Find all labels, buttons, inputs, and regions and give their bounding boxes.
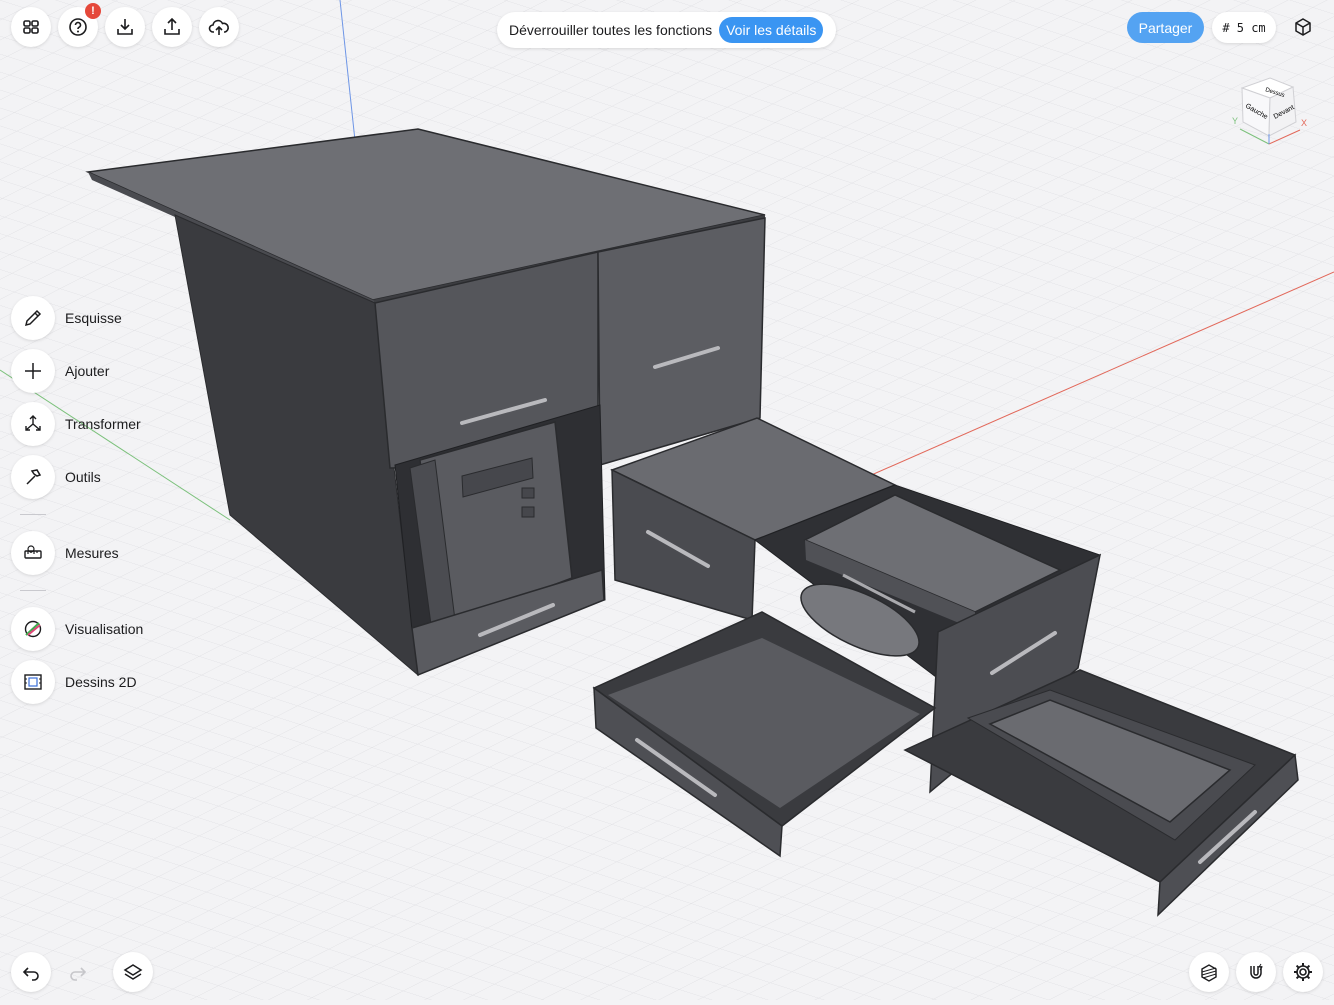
tool-label: Transformer bbox=[65, 416, 141, 432]
tool-outils[interactable]: Outils bbox=[11, 455, 101, 499]
grid-size-button[interactable]: # 5 cm bbox=[1212, 12, 1276, 43]
undo-icon bbox=[22, 967, 39, 981]
help-icon bbox=[69, 18, 87, 36]
undo-button[interactable] bbox=[11, 952, 51, 992]
apps-grid-button[interactable] bbox=[11, 7, 51, 47]
settings-button[interactable] bbox=[1283, 952, 1323, 992]
3d-viewport[interactable]: Dessus Gauche Devant X Y bbox=[0, 0, 1334, 1000]
viewcube-x-label: X bbox=[1301, 118, 1307, 128]
tool-transformer[interactable]: Transformer bbox=[11, 402, 141, 446]
tool-label: Dessins 2D bbox=[65, 674, 137, 690]
cloud-upload-icon bbox=[208, 19, 229, 35]
tool-label: Ajouter bbox=[65, 363, 110, 379]
tool-mesures[interactable]: Mesures bbox=[11, 531, 119, 575]
tool-ajouter[interactable]: Ajouter bbox=[11, 349, 109, 393]
blueprint-icon bbox=[24, 674, 42, 690]
transform-icon bbox=[25, 415, 41, 431]
share-button[interactable]: Partager bbox=[1127, 12, 1204, 43]
cube-view-icon bbox=[1295, 18, 1311, 36]
unlock-banner-text: Déverrouiller toutes les fonctions bbox=[509, 22, 713, 38]
see-details-button[interactable]: Voir les détails bbox=[719, 17, 824, 43]
pencil-icon bbox=[24, 309, 42, 327]
viewcube-y-label: Y bbox=[1232, 116, 1238, 126]
redo-icon bbox=[70, 967, 87, 981]
tool-separator bbox=[20, 590, 46, 591]
hammer-icon bbox=[26, 469, 42, 485]
magnet-icon bbox=[1250, 963, 1263, 979]
palette-icon bbox=[24, 620, 42, 638]
tape-measure-icon bbox=[24, 545, 42, 559]
export-button[interactable] bbox=[152, 7, 192, 47]
cloud-sync-button[interactable] bbox=[199, 7, 239, 47]
unlock-banner: Déverrouiller toutes les fonctions Voir … bbox=[497, 12, 836, 48]
section-view-button[interactable] bbox=[1189, 952, 1229, 992]
view-mode-button[interactable] bbox=[1283, 7, 1323, 47]
section-plane-icon bbox=[1201, 964, 1217, 982]
tool-label: Visualisation bbox=[65, 621, 144, 637]
gear-icon bbox=[1294, 963, 1312, 981]
help-button[interactable]: ! bbox=[58, 3, 101, 47]
tool-esquisse[interactable]: Esquisse bbox=[11, 296, 122, 340]
view-cube[interactable]: Dessus Gauche Devant X Y bbox=[1228, 74, 1318, 150]
tool-separator bbox=[20, 514, 46, 515]
notification-badge: ! bbox=[85, 3, 101, 19]
tool-dessins-2d[interactable]: Dessins 2D bbox=[11, 660, 137, 704]
download-icon bbox=[117, 19, 133, 35]
layers-button[interactable] bbox=[113, 952, 153, 992]
snapping-button[interactable] bbox=[1236, 952, 1276, 992]
tool-label: Outils bbox=[65, 469, 101, 485]
plus-icon bbox=[25, 363, 41, 379]
tool-visualisation[interactable]: Visualisation bbox=[11, 607, 143, 651]
upload-icon bbox=[164, 17, 180, 35]
grid-icon bbox=[23, 20, 39, 34]
redo-button[interactable] bbox=[58, 952, 98, 992]
layers-icon bbox=[123, 964, 143, 980]
import-button[interactable] bbox=[105, 7, 145, 47]
tool-label: Esquisse bbox=[65, 310, 122, 326]
tool-label: Mesures bbox=[65, 545, 119, 561]
